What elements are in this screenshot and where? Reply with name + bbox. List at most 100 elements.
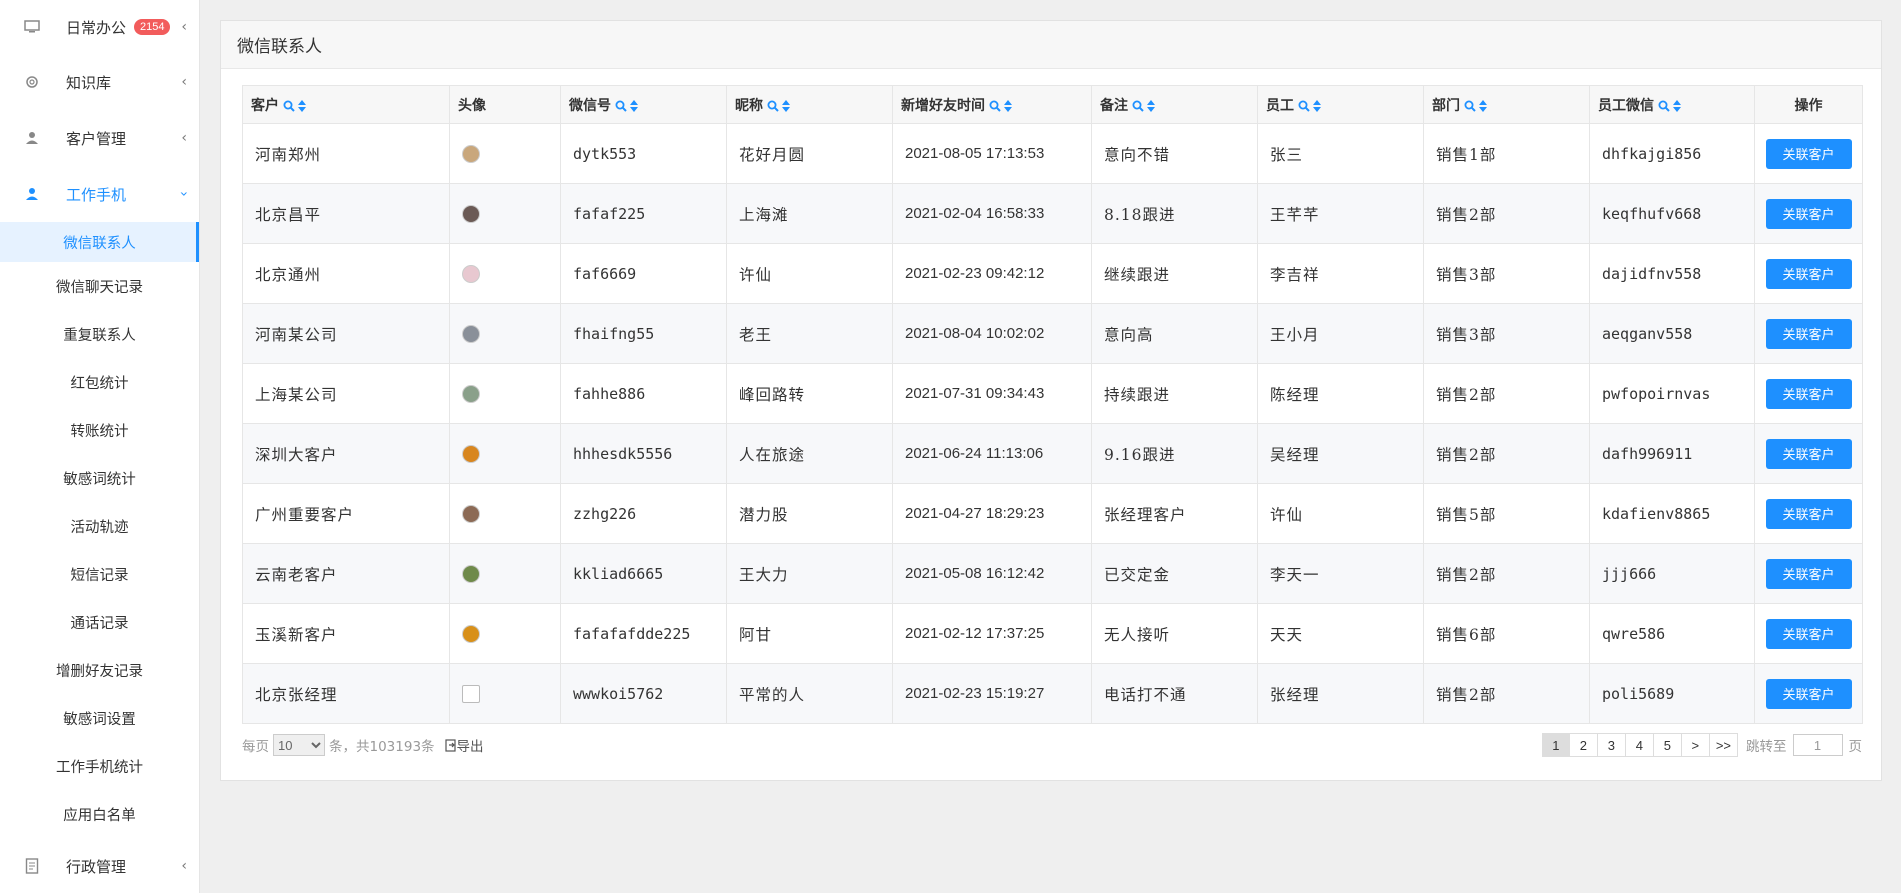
export-button[interactable]: 导出 bbox=[444, 735, 484, 755]
cell-customer: 北京通州 bbox=[242, 243, 450, 304]
link-customer-button[interactable]: 关联客户 bbox=[1765, 558, 1852, 589]
sort-icon[interactable] bbox=[782, 99, 790, 112]
chevron-down-icon: ‹ bbox=[176, 191, 193, 197]
link-customer-button[interactable]: 关联客户 bbox=[1765, 678, 1852, 709]
search-icon[interactable] bbox=[1658, 100, 1670, 112]
search-icon[interactable] bbox=[1132, 100, 1144, 112]
page-jump-input[interactable] bbox=[1792, 734, 1843, 756]
column-header-remark[interactable]: 备注 bbox=[1091, 85, 1258, 124]
search-icon[interactable] bbox=[615, 100, 627, 112]
link-customer-button[interactable]: 关联客户 bbox=[1765, 378, 1852, 409]
link-customer-button[interactable]: 关联客户 bbox=[1765, 498, 1852, 529]
cell-added-time: 2021-07-31 09:34:43 bbox=[892, 363, 1092, 424]
sort-icon[interactable] bbox=[630, 99, 638, 112]
cell-remark: 8.18跟进 bbox=[1091, 183, 1258, 244]
cell-added-time: 2021-04-27 18:29:23 bbox=[892, 483, 1092, 544]
link-customer-button[interactable]: 关联客户 bbox=[1765, 318, 1852, 349]
chevron-left-icon: ‹ bbox=[181, 130, 187, 146]
column-header-wechat-id[interactable]: 微信号 bbox=[560, 85, 727, 124]
sidebar-subitem-call-records[interactable]: 通话记录 bbox=[0, 598, 199, 646]
cell-staff-wechat: jjj666 bbox=[1589, 543, 1755, 604]
link-customer-button[interactable]: 关联客户 bbox=[1765, 618, 1852, 649]
page-button[interactable]: > bbox=[1681, 733, 1710, 757]
sort-icon[interactable] bbox=[298, 99, 306, 112]
cell-nickname: 老王 bbox=[726, 303, 893, 364]
sidebar-subitem-duplicate-contacts[interactable]: 重复联系人 bbox=[0, 310, 199, 358]
cell-staff-wechat: kdafienv8865 bbox=[1589, 483, 1755, 544]
search-icon[interactable] bbox=[1298, 100, 1310, 112]
sort-icon[interactable] bbox=[1147, 99, 1155, 112]
sort-icon[interactable] bbox=[1004, 99, 1012, 112]
cell-avatar bbox=[449, 243, 561, 304]
column-header-customer[interactable]: 客户 bbox=[242, 85, 450, 124]
sidebar-subitem-app-whitelist[interactable]: 应用白名单 bbox=[0, 790, 199, 838]
export-icon bbox=[444, 738, 456, 752]
table-row: 河南某公司 fhaifng55 老王 2021-08-04 10:02:02 意向高 王小… bbox=[242, 303, 1863, 364]
sidebar-subitem-friend-change-records[interactable]: 增删好友记录 bbox=[0, 646, 199, 694]
sidebar-subitem-sensitive-word-stats[interactable]: 敏感词统计 bbox=[0, 454, 199, 502]
sort-icon[interactable] bbox=[1673, 99, 1681, 112]
cell-avatar bbox=[449, 483, 561, 544]
cell-actions: 关联客户 bbox=[1754, 303, 1863, 364]
cell-avatar bbox=[449, 303, 561, 364]
chevron-left-icon: ‹ bbox=[181, 19, 187, 35]
page-jump: 跳转至 页 bbox=[1746, 734, 1862, 756]
sidebar-subitem-work-phone-stats[interactable]: 工作手机统计 bbox=[0, 742, 199, 790]
sidebar-subitem-wechat-contacts[interactable]: 微信联系人 bbox=[0, 222, 199, 262]
page-button[interactable]: 5 bbox=[1653, 733, 1682, 757]
page-button[interactable]: 3 bbox=[1597, 733, 1626, 757]
cell-staff: 张三 bbox=[1257, 123, 1424, 184]
sidebar-subitem-transfer-stats[interactable]: 转账统计 bbox=[0, 406, 199, 454]
cell-nickname: 许仙 bbox=[726, 243, 893, 304]
sidebar-item-work-phone[interactable]: 工作手机 ‹ bbox=[0, 166, 199, 222]
search-icon[interactable] bbox=[767, 100, 779, 112]
cell-avatar bbox=[449, 603, 561, 664]
page-button[interactable]: 2 bbox=[1569, 733, 1598, 757]
link-customer-button[interactable]: 关联客户 bbox=[1765, 138, 1852, 169]
search-icon[interactable] bbox=[1464, 100, 1476, 112]
sort-icon[interactable] bbox=[1479, 99, 1487, 112]
link-customer-button[interactable]: 关联客户 bbox=[1765, 258, 1852, 289]
column-header-avatar: 头像 bbox=[449, 85, 561, 124]
link-customer-button[interactable]: 关联客户 bbox=[1765, 198, 1852, 229]
page-button[interactable]: >> bbox=[1709, 733, 1738, 757]
table-header-row: 客户 头像 微信号 昵称 新增好友时间 备注 员工 部门 员工微信 操作 bbox=[242, 85, 1863, 124]
page-button[interactable]: 1 bbox=[1541, 733, 1570, 757]
link-customer-button[interactable]: 关联客户 bbox=[1765, 438, 1852, 469]
page-buttons: 1 2 3 4 5 > >> bbox=[1541, 733, 1738, 757]
column-header-nickname[interactable]: 昵称 bbox=[726, 85, 893, 124]
sidebar-subitem-wechat-chat-records[interactable]: 微信聊天记录 bbox=[0, 262, 199, 310]
sidebar-subitem-red-packet-stats[interactable]: 红包统计 bbox=[0, 358, 199, 406]
table-footer: 每页 10 条，共103193条 导出 12345>>> 跳转至 页 bbox=[242, 730, 1862, 760]
cell-wechat-id: kkliad6665 bbox=[560, 543, 727, 604]
column-header-staff[interactable]: 员工 bbox=[1257, 85, 1424, 124]
cell-wechat-id: fahhe886 bbox=[560, 363, 727, 424]
sidebar-item-admin-management[interactable]: 行政管理 ‹ bbox=[0, 838, 199, 893]
cell-department: 销售3部 bbox=[1423, 243, 1590, 304]
notification-badge: 2154 bbox=[134, 19, 171, 35]
cell-actions: 关联客户 bbox=[1754, 183, 1863, 244]
cell-nickname: 潜力股 bbox=[726, 483, 893, 544]
column-header-staff-wechat[interactable]: 员工微信 bbox=[1589, 85, 1755, 124]
sidebar-subitem-activity-track[interactable]: 活动轨迹 bbox=[0, 502, 199, 550]
cell-customer: 云南老客户 bbox=[242, 543, 450, 604]
cell-staff-wechat: pwfopoirnvas bbox=[1589, 363, 1755, 424]
column-header-added-time[interactable]: 新增好友时间 bbox=[892, 85, 1092, 124]
column-header-department[interactable]: 部门 bbox=[1423, 85, 1590, 124]
page-size-select[interactable]: 10 bbox=[273, 734, 325, 756]
page-button[interactable]: 4 bbox=[1625, 733, 1654, 757]
sidebar-item-label: 日常办公 bbox=[66, 18, 127, 37]
sidebar-item-daily-office[interactable]: 日常办公 2154 ‹ bbox=[0, 0, 199, 54]
sidebar-subitem-sms-records[interactable]: 短信记录 bbox=[0, 550, 199, 598]
sort-icon[interactable] bbox=[1313, 99, 1321, 112]
cell-staff-wechat: keqfhufv668 bbox=[1589, 183, 1755, 244]
sidebar-item-customer-management[interactable]: 客户管理 ‹ bbox=[0, 110, 199, 166]
sidebar-item-knowledge-base[interactable]: 知识库 ‹ bbox=[0, 54, 199, 110]
search-icon[interactable] bbox=[989, 100, 1001, 112]
avatar bbox=[462, 504, 480, 523]
search-icon[interactable] bbox=[283, 100, 295, 112]
sidebar-subitem-sensitive-word-settings[interactable]: 敏感词设置 bbox=[0, 694, 199, 742]
cell-actions: 关联客户 bbox=[1754, 543, 1863, 604]
cell-remark: 无人接听 bbox=[1091, 603, 1258, 664]
cell-nickname: 王大力 bbox=[726, 543, 893, 604]
